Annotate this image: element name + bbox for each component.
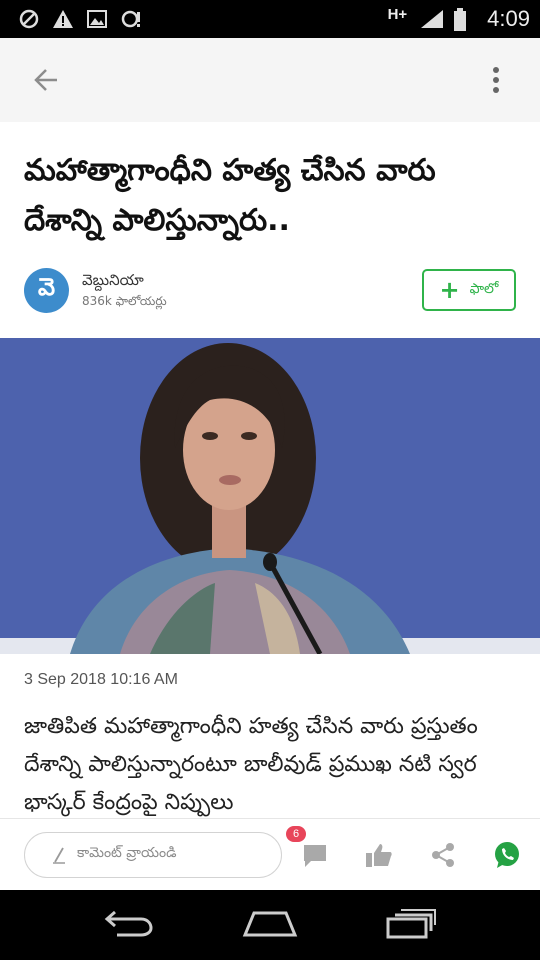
comment-count-badge: 6 (286, 825, 307, 842)
follow-button[interactable]: + ఫాలో (422, 269, 516, 311)
follow-label: ఫాలో (469, 280, 499, 297)
nav-back-button[interactable] (103, 908, 155, 942)
status-system: H+ 4:09 (388, 6, 530, 32)
nav-recents-button[interactable] (385, 907, 437, 943)
publisher-followers: 836k ఫాలోయర్లు (82, 294, 167, 308)
nav-back-icon (105, 910, 153, 937)
whatsapp-icon (495, 841, 519, 868)
article-date: 3 Sep 2018 10:16 AM (24, 671, 178, 688)
battery-icon (453, 8, 475, 31)
article-body: జాతిపిత మహాత్మాగాంధీని హత్య చేసిన వారు ప… (24, 714, 478, 815)
nav-home-button[interactable] (242, 907, 298, 943)
share-button[interactable] (428, 840, 458, 870)
status-bar: H+ 4:09 (0, 0, 540, 38)
comment-input[interactable]: కామెంట్ వ్రాయండి (24, 831, 282, 878)
clock: 4:09 (487, 6, 530, 31)
comment-icon (304, 844, 326, 867)
warning-icon (52, 8, 74, 30)
article-photo-illustration (0, 338, 540, 654)
nav-recents-icon (386, 909, 436, 939)
arrow-left-icon (34, 69, 57, 91)
top-app-bar (0, 38, 540, 122)
action-icons: 6 (286, 825, 522, 870)
like-icon (366, 843, 392, 867)
status-notifications (18, 8, 142, 30)
like-button[interactable] (364, 840, 394, 870)
comments-button[interactable]: 6 (286, 825, 330, 870)
article-headline: మహాత్మాగాంధీని హత్య చేసిన వారు దేశాన్ని … (24, 153, 436, 238)
network-type: H+ (387, 5, 408, 23)
publisher-avatar[interactable]: వె (24, 267, 69, 313)
system-nav-bar (0, 890, 540, 960)
image-icon (86, 8, 108, 30)
blocked-icon (18, 8, 40, 30)
publisher-name: వెబ్దునియా (82, 271, 144, 289)
back-button[interactable] (26, 60, 66, 100)
nav-home-icon (242, 911, 298, 937)
more-vertical-icon (493, 67, 499, 93)
plus-icon: + (439, 276, 460, 304)
publisher-row: వె వెబ్దునియా 836k ఫాలోయర్లు + ఫాలో (24, 262, 516, 318)
bottom-action-bar: కామెంట్ వ్రాయండి 6 (0, 818, 540, 890)
signal-icon (419, 8, 444, 30)
comment-placeholder: కామెంట్ వ్రాయండి (77, 845, 177, 861)
article-image[interactable] (0, 338, 540, 654)
pencil-icon (53, 847, 65, 864)
sync-icon (120, 8, 142, 30)
overflow-menu-button[interactable] (476, 60, 516, 100)
share-icon (432, 842, 454, 867)
publisher-info[interactable]: వెబ్దునియా 836k ఫాలోయర్లు (82, 269, 167, 311)
whatsapp-share-button[interactable] (492, 840, 522, 870)
